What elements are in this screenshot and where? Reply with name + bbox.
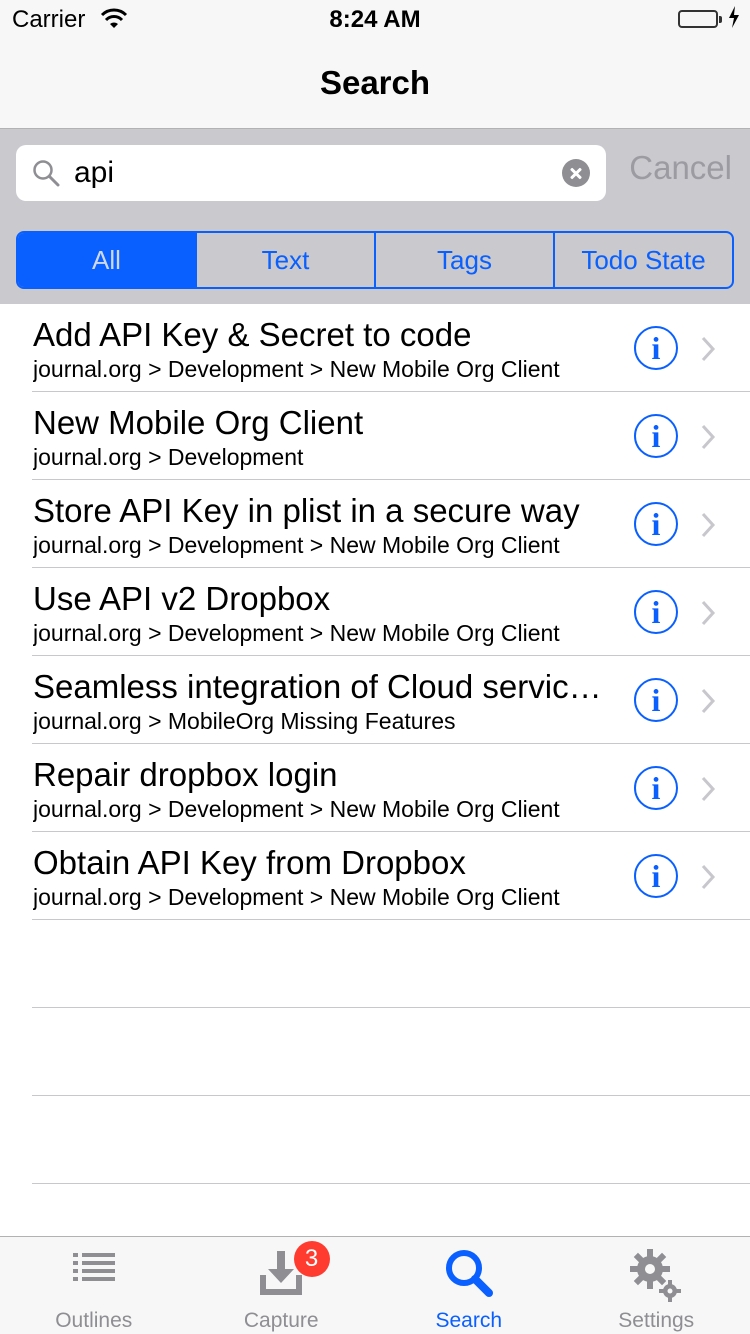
list-item[interactable]: New Mobile Org Client journal.org > Deve… <box>0 392 750 480</box>
clear-text-icon[interactable] <box>562 159 590 187</box>
chevron-right-icon <box>701 424 716 450</box>
chevron-right-icon <box>701 688 716 714</box>
tab-label: Capture <box>243 1309 319 1332</box>
search-input[interactable] <box>74 153 554 193</box>
gears-icon <box>630 1249 682 1302</box>
info-icon[interactable]: i <box>634 766 678 810</box>
empty-row <box>0 920 750 1008</box>
info-icon[interactable]: i <box>634 678 678 722</box>
list-item[interactable]: Store API Key in plist in a secure way j… <box>0 480 750 568</box>
chevron-right-icon <box>701 600 716 626</box>
list-item[interactable]: Add API Key & Secret to code journal.org… <box>0 304 750 392</box>
tab-bar: Outlines 3 Capture Search Settings <box>0 1236 750 1334</box>
result-path: journal.org > Development > New Mobile O… <box>33 356 560 382</box>
chevron-right-icon <box>701 776 716 802</box>
info-icon[interactable]: i <box>634 590 678 634</box>
result-title: New Mobile Org Client <box>33 404 364 441</box>
result-title: Add API Key & Secret to code <box>33 316 472 353</box>
charging-bolt-icon <box>728 6 740 34</box>
result-path: journal.org > Development <box>33 444 304 470</box>
info-icon[interactable]: i <box>634 326 678 370</box>
tab-search[interactable]: Search <box>375 1237 563 1334</box>
cancel-button[interactable]: Cancel <box>629 149 732 187</box>
list-item[interactable]: Use API v2 Dropbox journal.org > Develop… <box>0 568 750 656</box>
scope-all[interactable]: All <box>18 233 195 287</box>
chevron-right-icon <box>701 512 716 538</box>
info-icon[interactable]: i <box>634 854 678 898</box>
navigation-bar: Carrier 8:24 AM Search <box>0 0 750 128</box>
scope-segmented-control: All Text Tags Todo State <box>16 231 734 289</box>
result-path: journal.org > Development > New Mobile O… <box>33 796 560 822</box>
tab-outlines[interactable]: Outlines <box>0 1237 188 1334</box>
search-field[interactable] <box>16 145 606 201</box>
info-icon[interactable]: i <box>634 414 678 458</box>
result-path: journal.org > Development > New Mobile O… <box>33 532 560 558</box>
battery-icon <box>678 10 722 28</box>
tab-settings[interactable]: Settings <box>563 1237 750 1334</box>
capture-badge: 3 <box>293 1241 330 1277</box>
list-item[interactable]: Seamless integration of Cloud services j… <box>0 656 750 744</box>
list-icon <box>72 1253 115 1281</box>
status-bar: Carrier 8:24 AM <box>0 0 750 40</box>
result-title: Use API v2 Dropbox <box>33 580 331 617</box>
list-item[interactable]: Obtain API Key from Dropbox journal.org … <box>0 832 750 920</box>
tab-label: Outlines <box>55 1309 133 1332</box>
result-title: Obtain API Key from Dropbox <box>33 844 466 881</box>
search-bar: Cancel All Text Tags Todo State <box>0 128 750 304</box>
chevron-right-icon <box>701 336 716 362</box>
search-icon <box>33 160 60 187</box>
result-path: journal.org > Development > New Mobile O… <box>33 620 560 646</box>
empty-row <box>0 1096 750 1184</box>
status-time: 8:24 AM <box>329 6 421 33</box>
result-title: Repair dropbox login <box>33 756 338 793</box>
tab-label: Search <box>435 1309 503 1332</box>
magnifier-icon <box>445 1250 493 1297</box>
scope-text[interactable]: Text <box>195 233 374 287</box>
empty-row <box>0 1008 750 1096</box>
info-icon[interactable]: i <box>634 502 678 546</box>
scope-tags[interactable]: Tags <box>374 233 553 287</box>
result-path: journal.org > Development > New Mobile O… <box>33 884 560 910</box>
list-item[interactable]: Repair dropbox login journal.org > Devel… <box>0 744 750 832</box>
chevron-right-icon <box>701 864 716 890</box>
page-title: Search <box>319 64 431 101</box>
tab-capture[interactable]: 3 Capture <box>188 1237 376 1334</box>
tab-label: Settings <box>618 1309 695 1332</box>
result-title: Store API Key in plist in a secure way <box>33 492 580 529</box>
results-list: Add API Key & Secret to code journal.org… <box>0 304 750 1184</box>
result-path: journal.org > MobileOrg Missing Features <box>33 708 456 734</box>
scope-todo-state[interactable]: Todo State <box>553 233 732 287</box>
result-title: Seamless integration of Cloud services <box>33 668 603 705</box>
